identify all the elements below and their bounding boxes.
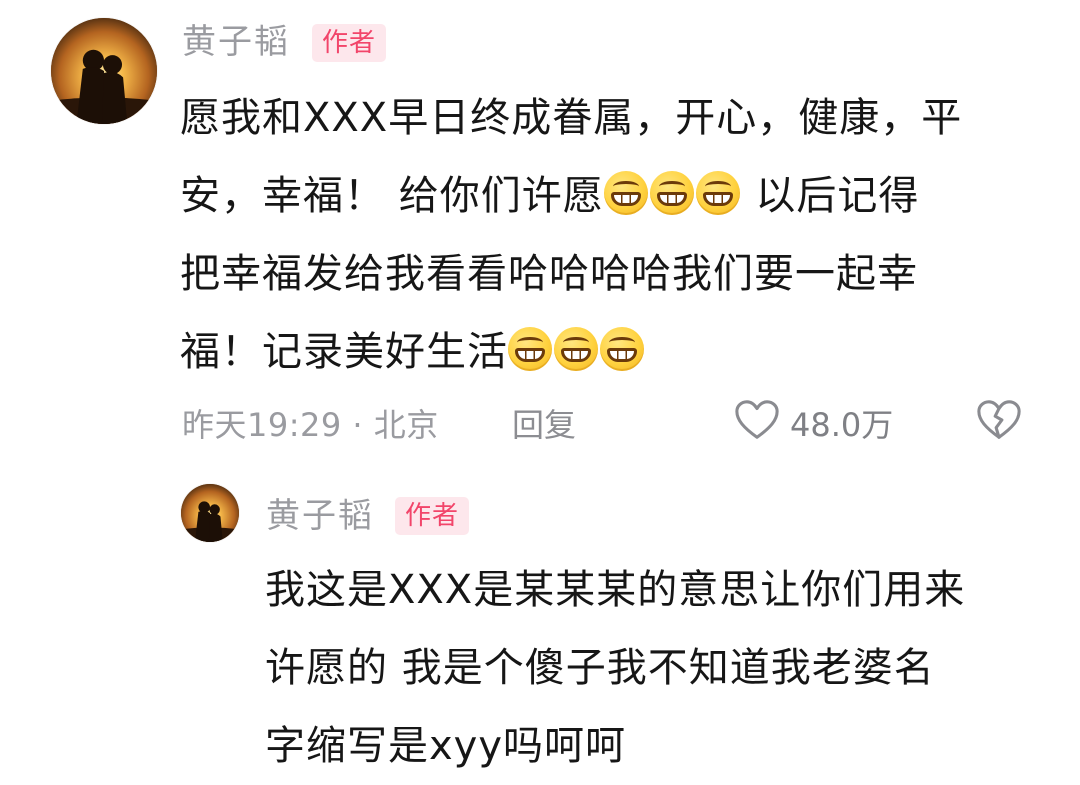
grin-emoji-icon: [603, 171, 648, 215]
reply-button[interactable]: 回复: [512, 400, 576, 446]
replier-avatar[interactable]: [181, 484, 239, 542]
like-count: 48.0万: [790, 406, 894, 444]
commenter-avatar[interactable]: [51, 18, 157, 124]
commenter-username[interactable]: 黄子韬: [182, 25, 290, 59]
heart-outline-icon[interactable]: [734, 398, 780, 442]
comment-text-line: 福！记录美好生活: [180, 329, 508, 375]
grin-emoji-icon: [695, 171, 740, 215]
reply-text-line: 许愿的 我是个傻子我不知道我老婆名: [265, 645, 935, 691]
reply-text: 我这是XXX是某某某的意思让你们用来 许愿的 我是个傻子我不知道我老婆名 字缩写…: [265, 551, 1055, 785]
comment-timestamp: 昨天19:29 · 北京: [182, 406, 439, 444]
broken-heart-icon[interactable]: [976, 398, 1022, 442]
grin-emoji-icon: [600, 327, 644, 371]
reply-text-line: 字缩写是xyy吗呵呵: [265, 723, 627, 769]
comment-text-line: 把幸福发给我看看哈哈哈哈我们要一起幸: [180, 251, 918, 297]
comment-text-line: 安，幸福！ 给你们许愿: [180, 173, 604, 219]
comment-meta-row: 昨天19:29 · 北京 回复 48.0万: [182, 398, 1042, 444]
grin-emoji-icon: [508, 327, 552, 371]
author-badge: 作者: [312, 24, 387, 62]
grin-emoji-icon: [649, 171, 694, 215]
couple-silhouette-image: [181, 484, 239, 542]
grin-emoji-icon: [554, 327, 598, 371]
couple-silhouette-image: [51, 18, 157, 124]
comment-text: 愿我和XXX早日终成眷属，开心，健康，平 安，幸福！ 给你们许愿 以后记得 把幸…: [180, 79, 1050, 391]
emoji-group: [603, 171, 742, 219]
comment-text-line: 以后记得: [741, 173, 920, 219]
emoji-group: [508, 327, 646, 375]
author-badge: 作者: [395, 497, 470, 535]
reply-text-line: 我这是XXX是某某某的意思让你们用来: [265, 567, 966, 613]
replier-username[interactable]: 黄子韬: [266, 499, 374, 533]
comment-text-line: 愿我和XXX早日终成眷属，开心，健康，平: [180, 95, 963, 141]
